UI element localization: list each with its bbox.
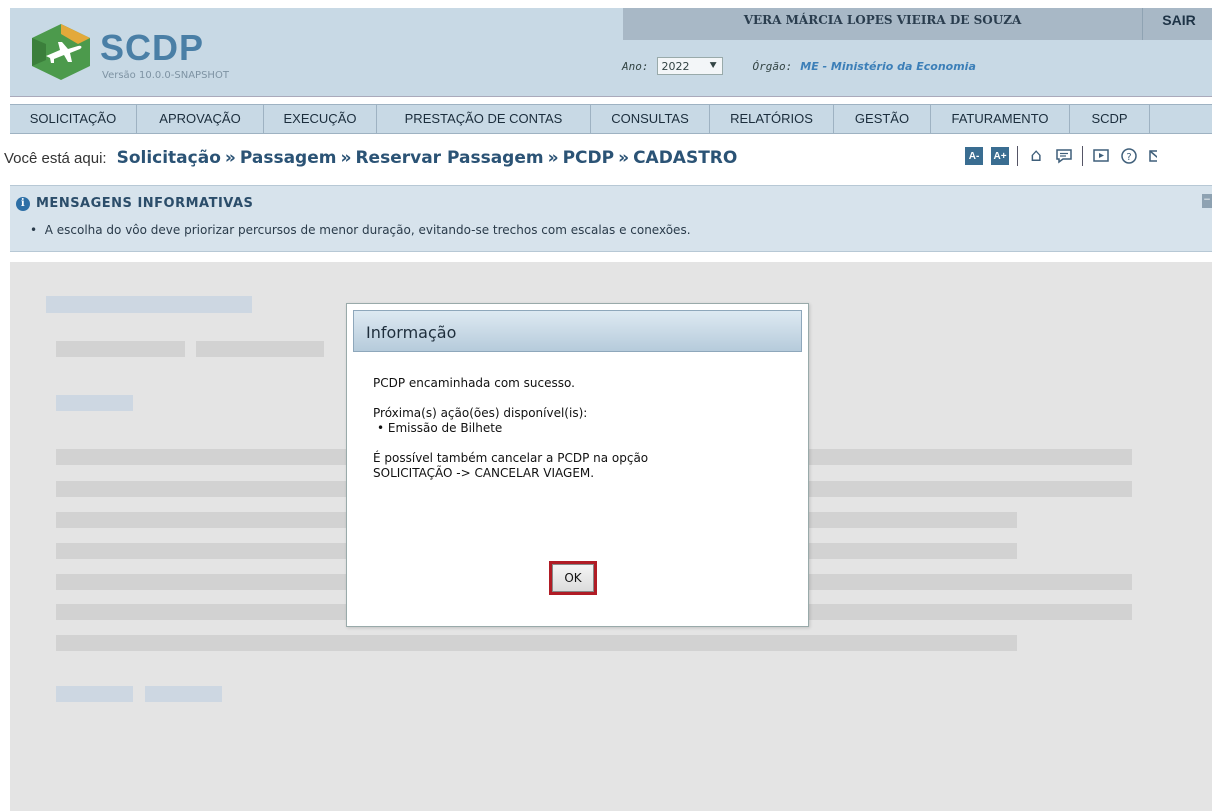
ok-button[interactable]: OK (552, 564, 594, 592)
dialog-cancel-path: SOLICITAÇÃO -> CANCELAR VIAGEM. (373, 466, 595, 480)
dialog-header: Informação (353, 310, 802, 352)
year-select[interactable]: 2022 ⯆ (656, 57, 723, 75)
logout-button[interactable]: SAIR (1146, 8, 1212, 40)
menu-item-faturamento[interactable]: FATURAMENTO (931, 105, 1070, 133)
year-label: Ano: (622, 59, 649, 73)
menu-item-solicitacao[interactable]: SOLICITAÇÃO (10, 105, 137, 133)
scdp-logo: SCDP Versão 10.0.0-SNAPSHOT (18, 16, 268, 88)
dialog-body: PCDP encaminhada com sucesso. Próxima(s)… (373, 376, 783, 481)
toolbar-divider (1082, 146, 1083, 166)
dialog-cancel-info: É possível também cancelar a PCDP na opç… (373, 451, 649, 465)
bullet-icon: • (30, 223, 45, 237)
menu-item-execucao[interactable]: EXECUÇÃO (264, 105, 377, 133)
placeholder-block (46, 296, 252, 313)
toolbar-divider (1017, 146, 1018, 166)
dialog-next-action-item: • Emissão de Bilhete (377, 421, 783, 436)
breadcrumb-item-current: CADASTRO (633, 148, 738, 168)
info-icon: i (16, 196, 30, 211)
placeholder-block (56, 686, 133, 702)
breadcrumb: Você está aqui: Solicitação » Passagem »… (4, 140, 1212, 176)
font-decrease-button[interactable]: A- (965, 147, 983, 165)
placeholder-block (196, 341, 324, 357)
breadcrumb-separator: » (618, 148, 630, 168)
info-message-item: • A escolha do vôo deve priorizar percur… (30, 223, 691, 237)
info-messages-panel: i MENSAGENS INFORMATIVAS • A escolha do … (10, 185, 1212, 252)
breadcrumb-item[interactable]: Reservar Passagem (355, 148, 543, 168)
context-row: Ano: 2022 ⯆ Órgão: ME - Ministério da Ec… (622, 56, 976, 76)
dialog-next-action-text: Emissão de Bilhete (387, 421, 503, 435)
info-message-text: A escolha do vôo deve priorizar percurso… (44, 223, 691, 237)
dialog-title: Informação (366, 323, 457, 342)
help-icon[interactable]: ? (1119, 146, 1139, 166)
breadcrumb-item[interactable]: PCDP (563, 148, 615, 168)
airplane-logo-icon (32, 24, 90, 80)
breadcrumb-item[interactable]: Passagem (240, 148, 337, 168)
info-messages-title: i MENSAGENS INFORMATIVAS (16, 196, 253, 211)
chat-icon[interactable] (1054, 146, 1074, 166)
dialog-next-actions-label: Próxima(s) ação(ões) disponível(is): (373, 406, 588, 420)
collapse-button[interactable]: − (1202, 194, 1212, 208)
placeholder-block (56, 635, 1017, 651)
placeholder-block (145, 686, 222, 702)
dialog-success-message: PCDP encaminhada com sucesso. (373, 376, 575, 390)
mail-icon[interactable] (1147, 146, 1157, 166)
organ-value[interactable]: ME - Ministério da Economia (800, 60, 976, 73)
accessibility-toolbar: A- A+ ⌂ ? (965, 146, 1157, 166)
info-messages-title-text: MENSAGENS INFORMATIVAS (36, 196, 254, 211)
breadcrumb-prefix: Você está aqui: (4, 149, 107, 167)
breadcrumb-item[interactable]: Solicitação (117, 148, 221, 168)
menu-item-relatorios[interactable]: RELATÓRIOS (710, 105, 834, 133)
video-icon[interactable] (1091, 146, 1111, 166)
placeholder-block (56, 395, 133, 411)
breadcrumb-separator: » (340, 148, 352, 168)
menu-item-consultas[interactable]: CONSULTAS (591, 105, 710, 133)
chevron-down-icon: ⯆ (708, 59, 718, 72)
user-bar: VERA MÁRCIA LOPES VIEIRA DE SOUZA SAIR (623, 8, 1212, 40)
user-name: VERA MÁRCIA LOPES VIEIRA DE SOUZA (623, 8, 1143, 40)
bullet-icon: • (377, 421, 388, 435)
breadcrumb-separator: » (547, 148, 559, 168)
font-increase-button[interactable]: A+ (991, 147, 1009, 165)
main-menu: SOLICITAÇÃO APROVAÇÃO EXECUÇÃO PRESTAÇÃO… (10, 104, 1212, 134)
info-dialog: Informação PCDP encaminhada com sucesso.… (346, 303, 809, 627)
svg-text:?: ? (1126, 152, 1131, 163)
app-header: SCDP Versão 10.0.0-SNAPSHOT VERA MÁRCIA … (10, 8, 1212, 97)
year-value: 2022 (661, 59, 690, 73)
breadcrumb-separator: » (224, 148, 236, 168)
ok-button-highlight: OK (549, 561, 597, 595)
placeholder-block (56, 341, 185, 357)
menu-item-gestao[interactable]: GESTÃO (834, 105, 931, 133)
menu-item-aprovacao[interactable]: APROVAÇÃO (137, 105, 264, 133)
home-icon[interactable]: ⌂ (1026, 146, 1046, 166)
app-version: Versão 10.0.0-SNAPSHOT (102, 70, 229, 81)
organ-label: Órgão: (752, 59, 793, 73)
menu-item-prestacao-de-contas[interactable]: PRESTAÇÃO DE CONTAS (377, 105, 591, 133)
app-title: SCDP (100, 27, 205, 68)
menu-item-scdp[interactable]: SCDP (1070, 105, 1150, 133)
